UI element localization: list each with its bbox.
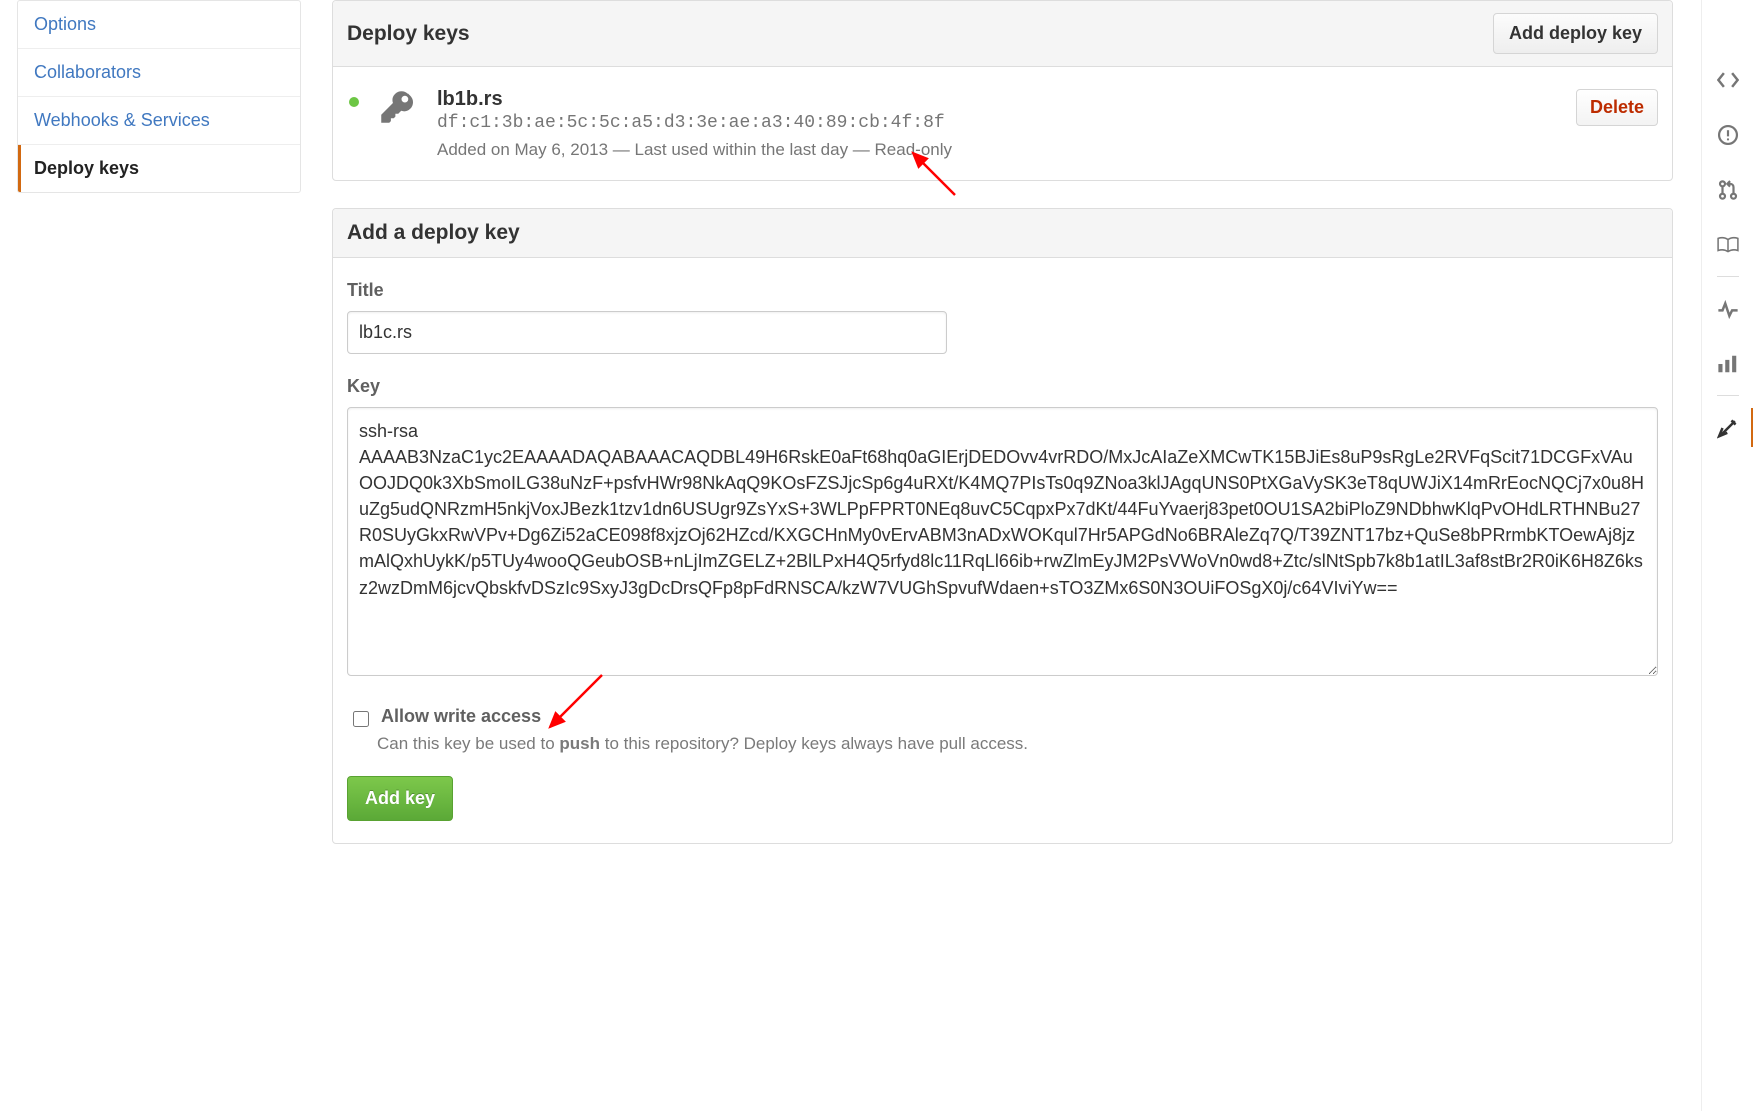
allow-write-checkbox[interactable]: [353, 711, 369, 727]
key-status-indicator: [349, 97, 359, 107]
repo-rail: [1701, 0, 1753, 1111]
form-actions: Add key: [347, 776, 1658, 821]
sidebar-item-collaborators[interactable]: Collaborators: [18, 49, 300, 97]
main-content: Deploy keys Add deploy key lb1b.rs df:c1…: [301, 0, 1701, 1111]
add-deploy-key-button[interactable]: Add deploy key: [1493, 13, 1658, 54]
add-key-submit-button[interactable]: Add key: [347, 776, 453, 821]
deploy-key-row: lb1b.rs df:c1:3b:ae:5c:5c:a5:d3:3e:ae:a3…: [333, 67, 1672, 180]
sidebar-item-deploy-keys[interactable]: Deploy keys: [18, 145, 300, 192]
deploy-keys-panel: Deploy keys Add deploy key lb1b.rs df:c1…: [332, 0, 1673, 181]
key-info: lb1b.rs df:c1:3b:ae:5c:5c:a5:d3:3e:ae:a3…: [437, 87, 1576, 160]
add-deploy-key-title: Add a deploy key: [347, 221, 520, 245]
allow-write-note: Can this key be used to push to this rep…: [377, 734, 1658, 754]
rail-pull-requests-icon[interactable]: [1702, 162, 1753, 217]
key-label: Key: [347, 376, 1658, 397]
settings-menu: Options Collaborators Webhooks & Service…: [17, 0, 301, 193]
rail-settings-icon[interactable]: [1702, 400, 1753, 455]
allow-write-label: Allow write access: [381, 706, 541, 727]
key-textarea[interactable]: [347, 407, 1658, 676]
rail-code-icon[interactable]: [1702, 52, 1753, 107]
rail-graphs-icon[interactable]: [1702, 336, 1753, 391]
add-deploy-key-panel: Add a deploy key Title Key Allow write a…: [332, 208, 1673, 844]
rail-wiki-icon[interactable]: [1702, 217, 1753, 272]
rail-pulse-icon[interactable]: [1702, 281, 1753, 336]
add-deploy-key-form: Title Key Allow write access Can this ke…: [333, 258, 1672, 843]
rail-separator: [1717, 276, 1739, 277]
settings-sidebar: Options Collaborators Webhooks & Service…: [0, 0, 301, 1111]
key-meta: Added on May 6, 2013 — Last used within …: [437, 140, 1576, 160]
key-name: lb1b.rs: [437, 87, 1576, 111]
key-actions: Delete: [1576, 87, 1658, 126]
rail-separator-2: [1717, 395, 1739, 396]
add-deploy-key-panel-header: Add a deploy key: [333, 209, 1672, 258]
title-input[interactable]: [347, 311, 947, 354]
delete-key-button[interactable]: Delete: [1576, 89, 1658, 126]
rail-issues-icon[interactable]: [1702, 107, 1753, 162]
deploy-keys-title: Deploy keys: [347, 22, 470, 46]
title-label: Title: [347, 280, 1658, 301]
sidebar-item-webhooks-services[interactable]: Webhooks & Services: [18, 97, 300, 145]
key-fingerprint: df:c1:3b:ae:5c:5c:a5:d3:3e:ae:a3:40:89:c…: [437, 113, 1576, 133]
sidebar-item-options[interactable]: Options: [18, 1, 300, 49]
allow-write-row: Allow write access: [347, 706, 1658, 730]
key-icon: [379, 89, 415, 130]
deploy-keys-panel-header: Deploy keys Add deploy key: [333, 1, 1672, 67]
